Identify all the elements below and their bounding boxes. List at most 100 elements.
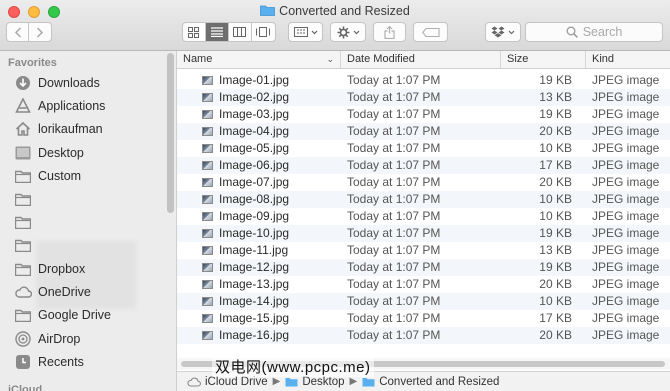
path-segment-converted-and-resized[interactable]: Converted and Resized [362, 376, 499, 388]
forward-button[interactable] [29, 23, 51, 41]
column-header-date[interactable]: Date Modified [340, 51, 500, 68]
file-kind: JPEG image [592, 277, 660, 291]
file-kind: JPEG image [592, 124, 660, 138]
file-row[interactable]: Image-09.jpg Today at 1:07 PM 10 KB JPEG im… [177, 208, 670, 225]
share-button[interactable] [373, 22, 406, 42]
gallery-view-button[interactable] [252, 23, 275, 41]
file-row[interactable]: Image-05.jpg Today at 1:07 PM 10 KB JPEG im… [177, 140, 670, 157]
file-row[interactable]: Image-07.jpg Today at 1:07 PM 20 KB JPEG im… [177, 174, 670, 191]
sidebar-item-folder[interactable] [14, 234, 38, 256]
sidebar-item-label: Custom [38, 169, 82, 183]
file-kind: JPEG image [592, 209, 660, 223]
folder-icon [362, 377, 375, 387]
column-header-kind[interactable]: Kind [585, 51, 670, 68]
column-header-label: Name [183, 53, 213, 65]
arrange-button[interactable] [288, 22, 323, 42]
chevron-left-icon [14, 26, 21, 38]
file-row[interactable]: Image-15.jpg Today at 1:07 PM 17 KB JPEG im… [177, 310, 670, 327]
sidebar-section-favorites: Favorites [8, 57, 57, 69]
desktop-icon [14, 144, 32, 162]
folder-icon [14, 260, 32, 278]
sidebar-item-label: Downloads [38, 76, 100, 90]
dropbox-button[interactable] [485, 22, 521, 42]
search-placeholder: Search [582, 25, 623, 39]
file-date: Today at 1:07 PM [347, 158, 441, 172]
file-kind: JPEG image [592, 294, 660, 308]
file-row[interactable]: Image-10.jpg Today at 1:07 PM 19 KB JPEG im… [177, 225, 670, 242]
back-button[interactable] [7, 23, 30, 41]
path-segment-label: Converted and Resized [379, 375, 500, 388]
file-row[interactable]: Image-08.jpg Today at 1:07 PM 10 KB JPEG im… [177, 191, 670, 208]
file-kind: JPEG image [592, 192, 660, 206]
file-row[interactable]: Image-01.jpg Today at 1:07 PM 19 KB JPEG im… [177, 72, 670, 89]
file-date: Today at 1:07 PM [347, 260, 441, 274]
file-name: Image-05.jpg [219, 141, 290, 155]
image-thumbnail-icon [202, 127, 213, 136]
file-size: 19 KB [539, 107, 572, 121]
file-size: 13 KB [539, 90, 572, 104]
column-header-size[interactable]: Size [500, 51, 585, 68]
path-segment-icloud-drive[interactable]: iCloud Drive [187, 376, 268, 388]
sidebar-scrollbar[interactable] [167, 53, 174, 213]
file-row[interactable]: Image-04.jpg Today at 1:07 PM 20 KB JPEG im… [177, 123, 670, 140]
image-thumbnail-icon [202, 110, 213, 119]
column-header-row: Name ⌄ Date Modified Size Kind [177, 51, 670, 69]
image-thumbnail-icon [202, 331, 213, 340]
file-list: Name ⌄ Date Modified Size Kind Image-01.… [177, 51, 670, 391]
gallery-icon [256, 27, 271, 37]
file-name: Image-04.jpg [219, 124, 290, 138]
sidebar-item-dropbox[interactable]: Dropbox [14, 258, 85, 280]
sort-chevron-down-icon: ⌄ [326, 54, 334, 64]
clock-icon [14, 353, 32, 371]
file-row[interactable]: Image-02.jpg Today at 1:07 PM 13 KB JPEG im… [177, 89, 670, 106]
sidebar-item-custom[interactable]: Custom [14, 165, 81, 187]
home-icon [14, 120, 32, 138]
file-row[interactable]: Image-13.jpg Today at 1:07 PM 20 KB JPEG im… [177, 276, 670, 293]
search-field[interactable]: Search [525, 22, 663, 42]
action-button[interactable] [330, 22, 366, 42]
file-kind: JPEG image [592, 158, 660, 172]
path-segment-label: Desktop [302, 375, 345, 388]
column-header-label: Kind [592, 53, 615, 65]
file-kind: JPEG image [592, 141, 660, 155]
file-row[interactable]: Image-12.jpg Today at 1:07 PM 19 KB JPEG im… [177, 259, 670, 276]
folder-icon [260, 3, 276, 21]
image-thumbnail-icon [202, 161, 213, 170]
path-segment-desktop[interactable]: Desktop [285, 375, 345, 388]
cloud-icon [14, 283, 32, 301]
sidebar-item-folder[interactable] [14, 188, 38, 210]
sidebar-item-desktop[interactable]: Desktop [14, 142, 84, 164]
column-view-button[interactable] [229, 23, 252, 41]
file-row[interactable]: Image-11.jpg Today at 1:07 PM 13 KB JPEG im… [177, 242, 670, 259]
grid-icon [188, 26, 200, 38]
folder-icon [285, 377, 298, 387]
column-header-name[interactable]: Name ⌄ [177, 51, 340, 68]
sidebar-item-label: Dropbox [38, 262, 86, 276]
window-toolbar: Converted and Resized Search [0, 0, 670, 51]
file-name: Image-09.jpg [219, 209, 290, 223]
file-date: Today at 1:07 PM [347, 328, 441, 342]
image-thumbnail-icon [202, 93, 213, 102]
sidebar-item-folder[interactable] [14, 211, 38, 233]
file-kind: JPEG image [592, 328, 660, 342]
file-row[interactable]: Image-14.jpg Today at 1:07 PM 10 KB JPEG im… [177, 293, 670, 310]
file-name: Image-13.jpg [219, 277, 290, 291]
edit-tags-button[interactable] [413, 22, 448, 42]
file-size: 19 KB [539, 73, 572, 87]
sidebar-item-recents[interactable]: Recents [14, 351, 84, 373]
sidebar-item-home[interactable]: lorikaufman [14, 118, 103, 140]
sidebar-item-label: Recents [38, 355, 84, 369]
file-row[interactable]: Image-06.jpg Today at 1:07 PM 17 KB JPEG im… [177, 157, 670, 174]
list-view-button[interactable] [205, 23, 230, 41]
icon-view-button[interactable] [183, 23, 206, 41]
sidebar-item-airdrop[interactable]: AirDrop [14, 328, 80, 350]
file-row[interactable]: Image-03.jpg Today at 1:07 PM 19 KB JPEG im… [177, 106, 670, 123]
file-size: 17 KB [539, 158, 572, 172]
sidebar-item-onedrive[interactable]: OneDrive [14, 281, 91, 303]
sidebar-item-applications[interactable]: Applications [14, 95, 105, 117]
sidebar-item-google-drive[interactable]: Google Drive [14, 304, 111, 326]
file-row[interactable]: Image-16.jpg Today at 1:07 PM 20 KB JPEG im… [177, 327, 670, 344]
sidebar-item-label: OneDrive [38, 285, 91, 299]
file-name: Image-15.jpg [219, 311, 290, 325]
sidebar-item-downloads[interactable]: Downloads [14, 72, 100, 94]
